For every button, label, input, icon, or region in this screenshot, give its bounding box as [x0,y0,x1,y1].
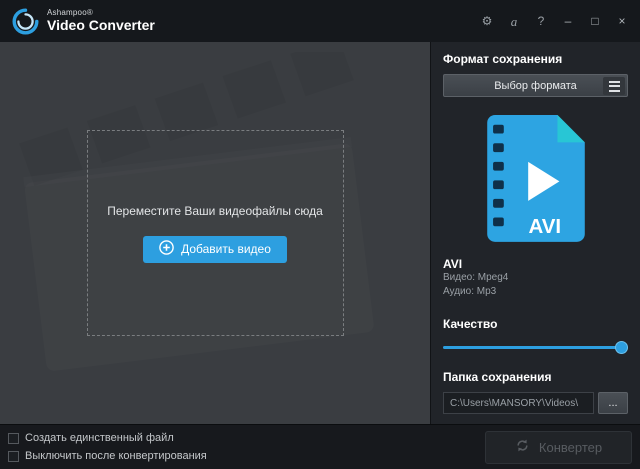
avi-file-icon: AVI [486,115,586,242]
choose-format-button[interactable]: Выбор формата [443,74,628,97]
settings-sidebar: Формат сохранения Выбор формата AVI [430,42,640,424]
folder-row: ... [443,392,628,414]
drop-target-outline[interactable]: Переместите Ваши видеофайлы сюда Добавит… [87,130,344,336]
shutdown-checkbox[interactable] [8,451,19,462]
drop-zone-message: Переместите Ваши видеофайлы сюда [107,204,323,218]
format-section-title: Формат сохранения [443,52,628,66]
main-area: Переместите Ваши видеофайлы сюда Добавит… [0,42,640,424]
quality-section-title: Качество [443,317,628,331]
convert-button[interactable]: Конвертер [485,431,632,464]
choose-format-label: Выбор формата [494,80,577,92]
single-file-checkbox[interactable] [8,433,19,444]
convert-refresh-icon [515,438,530,456]
single-file-option[interactable]: Создать единственный файл [8,432,207,444]
settings-gear-icon[interactable]: ⚙ [481,15,493,27]
language-icon[interactable]: a [508,15,520,28]
app-window: Ashampoo® Video Converter ⚙ a ? – □ × [0,0,640,469]
quality-slider-track[interactable] [443,346,628,349]
add-video-button[interactable]: Добавить видео [143,236,287,263]
titlebar: Ashampoo® Video Converter ⚙ a ? – □ × [0,0,640,42]
footer-options: Создать единственный файл Выключить посл… [8,432,207,462]
quality-slider-handle[interactable] [615,341,628,354]
shutdown-label: Выключить после конвертирования [25,450,207,462]
folder-section-title: Папка сохранения [443,370,628,384]
selected-format-name: AVI [443,257,628,271]
single-file-label: Создать единственный файл [25,432,174,444]
app-title: Video Converter [47,18,155,33]
shutdown-option[interactable]: Выключить после конвертирования [8,450,207,462]
footer-bar: Создать единственный файл Выключить посл… [0,424,640,469]
file-drop-zone[interactable]: Переместите Ваши видеофайлы сюда Добавит… [0,42,430,424]
hamburger-menu-icon [603,77,625,95]
brand-block: Ashampoo® Video Converter [47,9,155,32]
file-icon-format-label: AVI [528,216,561,239]
video-codec-info: Видео: Mpeg4 [443,271,628,285]
minimize-icon[interactable]: – [562,15,574,27]
titlebar-controls: ⚙ a ? – □ × [481,15,628,28]
plus-circle-icon [159,240,174,258]
output-folder-input[interactable] [443,392,594,414]
convert-button-label: Конвертер [539,440,602,455]
close-icon[interactable]: × [616,15,628,27]
audio-codec-info: Аудио: Mp3 [443,285,628,299]
browse-folder-button[interactable]: ... [598,392,628,414]
quality-slider[interactable] [443,341,628,354]
help-icon[interactable]: ? [535,15,547,27]
app-logo-icon [12,8,39,35]
add-video-label: Добавить видео [181,242,271,256]
maximize-icon[interactable]: □ [589,15,601,27]
